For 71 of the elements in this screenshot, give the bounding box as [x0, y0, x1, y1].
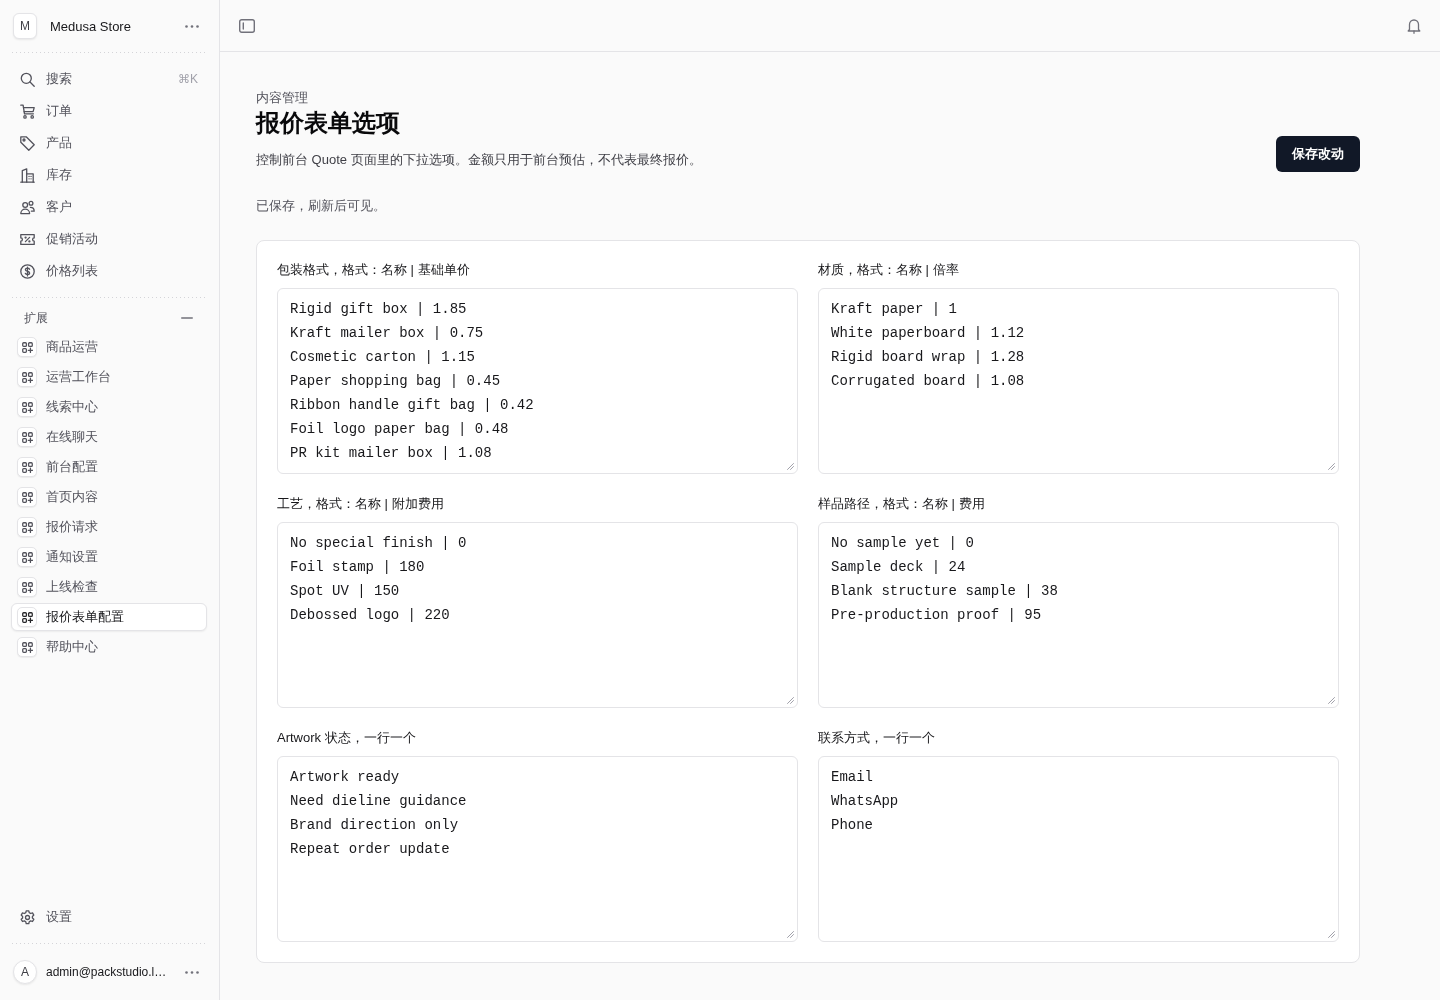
user-email: admin@packstudio.l… [46, 965, 168, 979]
cart-icon [20, 103, 35, 119]
nav-item[interactable]: 前台配置 [11, 453, 207, 481]
keyboard-shortcut: ⌘K [178, 72, 198, 86]
nav-item[interactable]: 帮助中心 [11, 633, 207, 661]
squares-plus-icon [17, 397, 37, 417]
store-name: Medusa Store [50, 18, 132, 34]
field-label: 包装格式，格式：名称 | 基础单价 [277, 261, 471, 279]
squares-plus-icon [17, 637, 37, 657]
options-textarea[interactable]: Kraft paper | 1 White paperboard | 1.12 Rigid board wrap | 1.28 Corrugated board | 1.08 [818, 288, 1339, 474]
bell-icon[interactable] [1407, 17, 1421, 34]
resize-grip-icon[interactable] [1328, 931, 1335, 938]
nav-item[interactable]: 在线聊天 [11, 423, 207, 451]
store-avatar: M [13, 13, 37, 39]
nav-item[interactable]: 产品 [11, 127, 207, 159]
field-label: 联系方式，一行一个 [818, 729, 936, 747]
save-status: 已保存，刷新后可见。 [256, 197, 387, 215]
options-textarea[interactable]: Artwork ready Need dieline guidance Brand direction only Repeat order update [277, 756, 798, 942]
squares-plus-icon [17, 427, 37, 447]
resize-grip-icon[interactable] [787, 463, 794, 470]
squares-plus-icon [17, 457, 37, 477]
nav-item[interactable]: 库存 [11, 159, 207, 191]
squares-plus-icon [17, 487, 37, 507]
resize-grip-icon[interactable] [787, 697, 794, 704]
resize-grip-icon[interactable] [1328, 463, 1335, 470]
search-icon [20, 71, 35, 87]
options-textarea[interactable]: No special finish | 0 Foil stamp | 180 Spot UV | 150 Debossed logo | 220 [277, 522, 798, 708]
nav-item[interactable]: 设置 [11, 901, 207, 933]
breadcrumb: 内容管理 [256, 89, 309, 107]
nav-item[interactable]: 通知设置 [11, 543, 207, 571]
options-textarea[interactable]: No sample yet | 0 Sample deck | 24 Blank structure sample | 38 Pre-production proof | 95 [818, 522, 1339, 708]
nav-item[interactable]: 价格列表 [11, 255, 207, 287]
squares-plus-icon [17, 337, 37, 357]
users-icon [20, 199, 35, 215]
nav-item[interactable]: 搜索 ⌘K [11, 63, 207, 95]
ticket-percent-icon [20, 231, 35, 247]
page-description: 控制前台 Quote 页面里的下拉选项。金额只用于前台预估，不代表最终报价。 [256, 151, 702, 169]
nav-item[interactable]: 运营工作台 [11, 363, 207, 391]
user-avatar: A [13, 960, 37, 984]
squares-plus-icon [17, 547, 37, 567]
nav-item[interactable]: 订单 [11, 95, 207, 127]
squares-plus-icon [17, 517, 37, 537]
settings-icon [20, 909, 35, 925]
nav-item[interactable]: 线索中心 [11, 393, 207, 421]
more-icon[interactable] [185, 24, 199, 28]
squares-plus-icon [17, 367, 37, 387]
squares-plus-icon [17, 607, 37, 627]
nav-item[interactable]: 商品运营 [11, 333, 207, 361]
resize-grip-icon[interactable] [1328, 697, 1335, 704]
section-title: 扩展 [24, 309, 48, 327]
field-label: 样品路径，格式：名称 | 费用 [818, 495, 986, 513]
field-label: Artwork 状态，一行一个 [277, 729, 417, 747]
squares-plus-icon [17, 577, 37, 597]
sidebar-toggle-icon[interactable] [239, 18, 255, 33]
nav-item[interactable]: 报价请求 [11, 513, 207, 541]
dollar-circle-icon [20, 263, 35, 279]
nav-item[interactable]: 促销活动 [11, 223, 207, 255]
nav-item[interactable]: 报价表单配置 [11, 603, 207, 631]
building-icon [20, 167, 35, 183]
more-icon[interactable] [185, 970, 199, 974]
nav-item[interactable]: 客户 [11, 191, 207, 223]
save-button[interactable]: 保存改动 [1276, 136, 1360, 172]
nav-item[interactable]: 上线检查 [11, 573, 207, 601]
tag-icon [20, 135, 35, 151]
options-textarea[interactable]: Email WhatsApp Phone [818, 756, 1339, 942]
options-textarea[interactable]: Rigid gift box | 1.85 Kraft mailer box | 0.75 Cosmetic carton | 1.15 Paper shopping bag | 0.45 Ribbon handle gift bag | 0.42 Foil logo paper bag | 0.48 PR kit mailer box | 1.08 [277, 288, 798, 474]
resize-grip-icon[interactable] [787, 931, 794, 938]
field-label: 工艺，格式：名称 | 附加费用 [277, 495, 445, 513]
nav-item[interactable]: 首页内容 [11, 483, 207, 511]
field-label: 材质，格式：名称 | 倍率 [818, 261, 960, 279]
page-title: 报价表单选项 [256, 108, 401, 138]
